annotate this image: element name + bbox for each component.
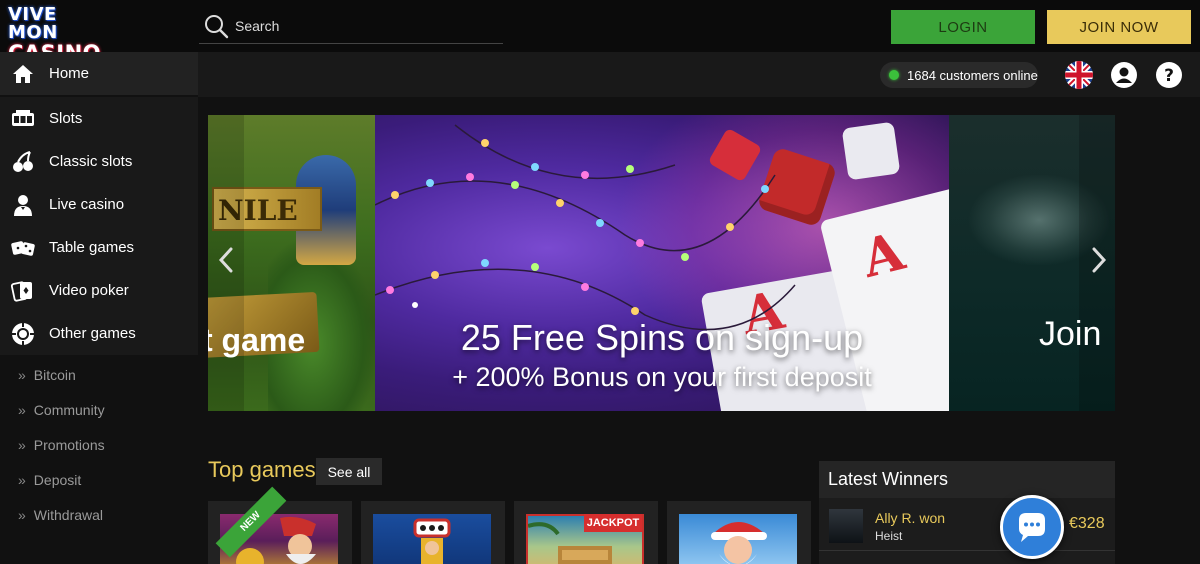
game-tile[interactable]: [361, 501, 505, 564]
flag-uk-icon[interactable]: [1065, 61, 1093, 89]
promo-carousel[interactable]: NILE t game A A 25 Free Spins on sign-up…: [208, 115, 1115, 411]
search-input[interactable]: [235, 16, 485, 36]
game-thumbnail: [829, 509, 863, 543]
sidebar-item-other-games[interactable]: Other games: [0, 312, 198, 355]
slide-caption-next: Join: [1039, 315, 1102, 353]
sidebar-link-label: Withdrawal: [33, 506, 104, 523]
double-chevron-icon: »: [18, 506, 26, 523]
svg-text:?: ?: [1164, 66, 1174, 86]
status-bar: [198, 52, 1200, 97]
promo-subline: + 200% Bonus on your first deposit: [452, 362, 872, 392]
top-games-title: Top games: [208, 457, 316, 482]
double-chevron-icon: »: [18, 401, 26, 418]
game-tile[interactable]: [667, 501, 811, 564]
see-all-button[interactable]: See all: [316, 458, 382, 485]
double-chevron-icon: »: [18, 436, 26, 453]
winner-name: Ally R. won: [875, 510, 946, 526]
cards-icon: [10, 280, 32, 302]
logo[interactable]: VIVE MON CASINO: [8, 4, 108, 64]
sidebar-item-live-casino[interactable]: Live casino: [0, 183, 198, 226]
double-chevron-icon: »: [18, 471, 26, 488]
logo-line-1: VIVE MON: [8, 4, 58, 43]
sidebar-link-bitcoin[interactable]: » Bitcoin: [0, 357, 198, 392]
santa-character-image: [711, 522, 767, 564]
sidebar-link-deposit[interactable]: » Deposit: [0, 462, 198, 497]
sidebar-item-label: Other games: [49, 325, 136, 342]
sidebar-item-label: Slots: [49, 110, 83, 127]
sidebar: Home Slots Classic slots Live casino Tab…: [0, 52, 198, 564]
online-status-dot: [889, 70, 899, 80]
sidebar-item-slots[interactable]: Slots: [0, 97, 198, 140]
latest-winners-panel: Latest Winners Ally R. won Heist €328: [819, 461, 1115, 564]
sidebar-item-table-games[interactable]: Table games: [0, 226, 198, 269]
sidebar-link-label: Bitcoin: [33, 366, 76, 383]
double-chevron-icon: »: [18, 366, 26, 383]
jack-card-image: [413, 518, 451, 564]
slide-caption-previous: t game: [208, 322, 306, 358]
online-counter-text: 1684 customers online: [907, 67, 1038, 83]
dice-icon: [11, 240, 35, 256]
online-counter: 1684 customers online: [880, 62, 1038, 88]
carousel-slide-current[interactable]: A A 25 Free Spins on sign-up + 200% Bonu…: [375, 115, 1035, 411]
chat-bubble-icon: [1019, 513, 1045, 542]
help-icon[interactable]: ?: [1155, 61, 1183, 89]
sidebar-item-video-poker[interactable]: Video poker: [0, 269, 198, 312]
sidebar-link-withdrawal[interactable]: » Withdrawal: [0, 497, 198, 532]
dealer-icon: [14, 194, 32, 216]
sidebar-item-label: Live casino: [49, 196, 125, 213]
search-icon: [205, 15, 229, 39]
join-now-button[interactable]: JOIN NOW: [1047, 10, 1191, 44]
latest-winners-title: Latest Winners: [819, 461, 1115, 498]
cherries-icon: [13, 150, 33, 172]
login-button[interactable]: LOGIN: [891, 10, 1035, 44]
search-box[interactable]: [199, 8, 503, 44]
carousel-next-arrow-icon[interactable]: [1087, 245, 1109, 275]
live-chat-button[interactable]: [1000, 495, 1064, 559]
sidebar-item-label: Classic slots: [49, 153, 133, 170]
top-header: VIVE MON CASINO LOGIN JOIN NOW: [0, 0, 1200, 64]
promo-headline: 25 Free Spins on sign-up: [460, 317, 864, 358]
sidebar-link-community[interactable]: » Community: [0, 392, 198, 427]
game-thumbnail: [679, 514, 797, 564]
home-icon: [13, 64, 33, 83]
carousel-prev-arrow-icon[interactable]: [216, 245, 238, 275]
game-thumbnail: [373, 514, 491, 564]
chip-icon: [12, 322, 34, 345]
slot-machine-icon: [12, 109, 34, 126]
sidebar-item-home[interactable]: Home: [0, 52, 198, 95]
winner-row[interactable]: Ally R. won Heist €328: [819, 501, 1115, 551]
sidebar-item-classic-slots[interactable]: Classic slots: [0, 140, 198, 183]
game-tile[interactable]: [514, 501, 658, 564]
winner-game: Heist: [875, 529, 903, 543]
sidebar-item-label: Home: [49, 65, 90, 82]
sidebar-link-label: Community: [33, 401, 105, 418]
sidebar-item-label: Video poker: [49, 282, 129, 299]
sidebar-link-promotions[interactable]: » Promotions: [0, 427, 198, 462]
sidebar-link-label: Deposit: [33, 471, 82, 488]
sidebar-link-label: Promotions: [33, 436, 105, 453]
winner-amount: €328: [1069, 515, 1105, 532]
user-icon[interactable]: [1110, 61, 1138, 89]
sidebar-item-label: Table games: [49, 239, 135, 256]
jackpot-badge: JACKPOT: [584, 514, 642, 532]
